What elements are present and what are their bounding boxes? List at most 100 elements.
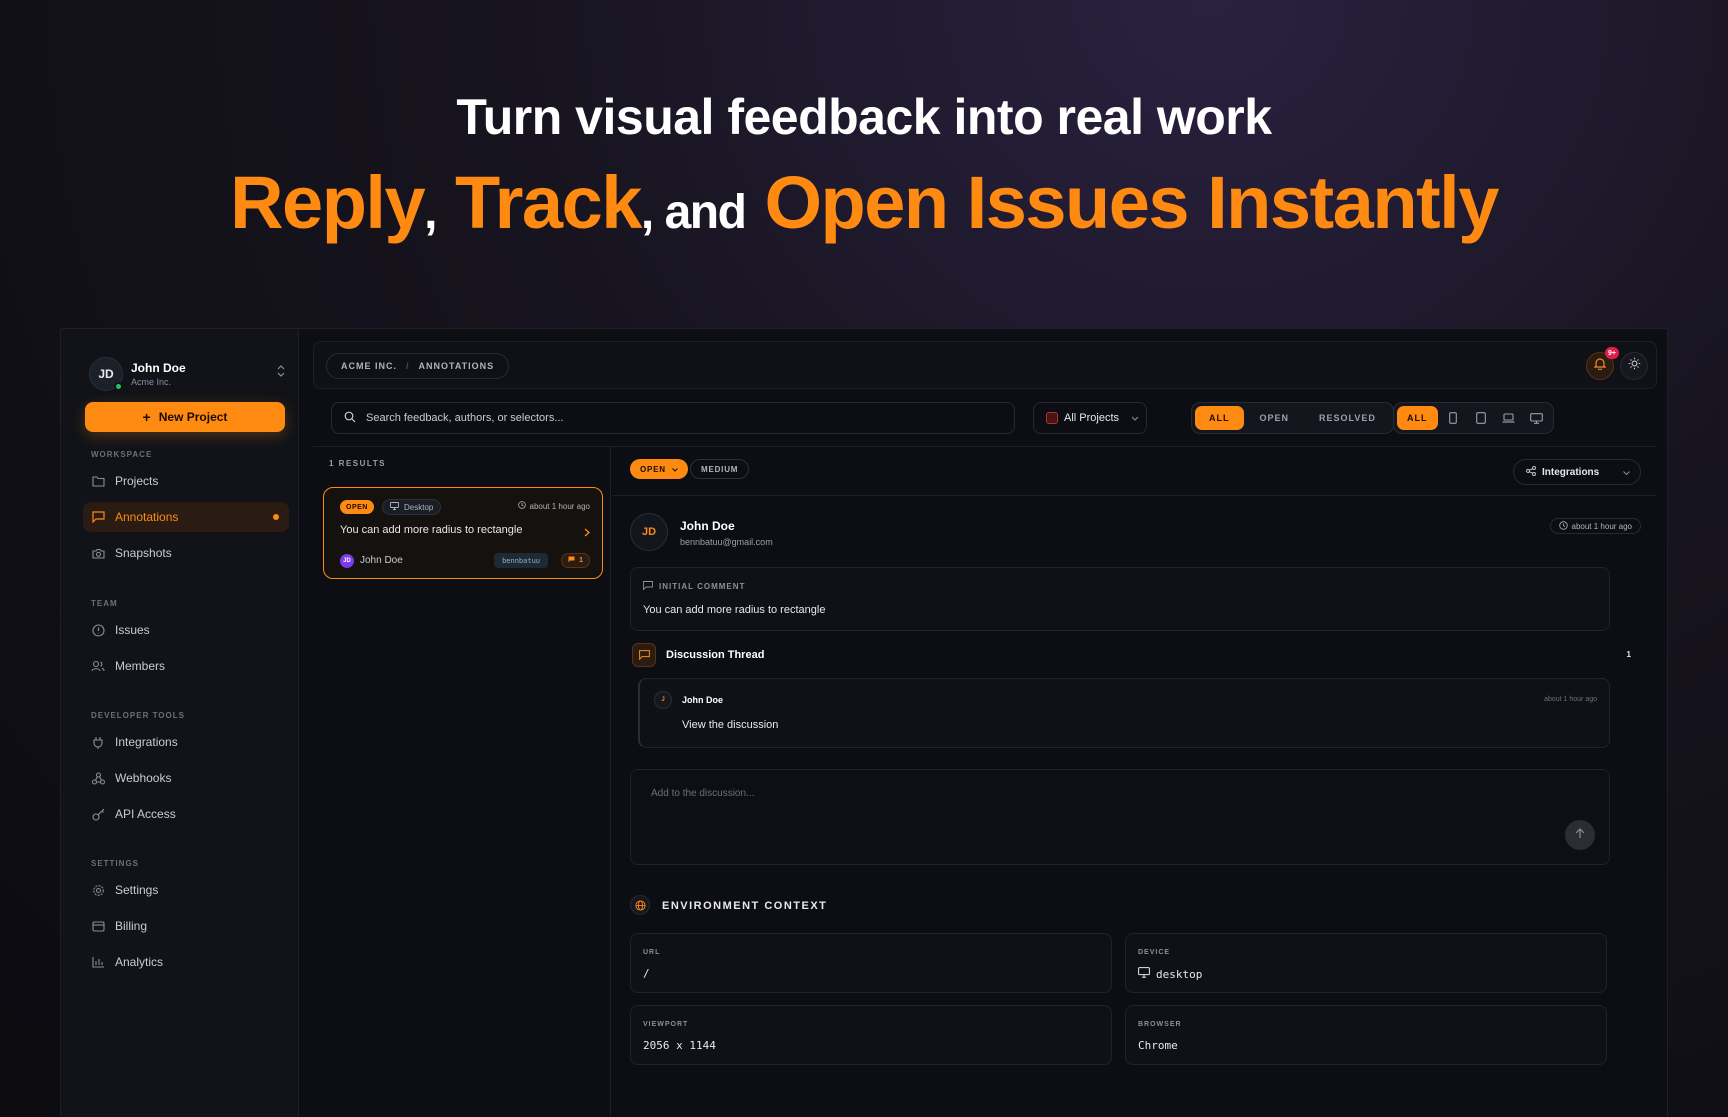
hero-headline: Turn visual feedback into real work — [456, 89, 1272, 145]
sidebar-item-label: Webhooks — [115, 771, 172, 785]
author-name: John Doe — [680, 519, 735, 533]
alert-circle-icon — [91, 623, 105, 637]
card-time-text: about 1 hour ago — [529, 501, 591, 511]
chevron-right-icon — [584, 526, 590, 540]
send-button[interactable] — [1565, 820, 1595, 850]
sidebar-item-label: Billing — [115, 919, 148, 933]
plug-icon — [91, 735, 105, 749]
env-browser: BROWSER Chrome — [1125, 1005, 1607, 1065]
device-filter: ALL — [1393, 402, 1554, 434]
device-filter-all[interactable]: ALL — [1397, 406, 1438, 430]
share-icon — [1526, 465, 1536, 479]
hero-word-track: Track — [455, 161, 642, 244]
sidebar-item-issues[interactable]: Issues — [83, 615, 289, 645]
sidebar-item-label: Projects — [115, 474, 159, 488]
integrations-button[interactable]: Integrations — [1513, 459, 1641, 485]
users-icon — [91, 659, 105, 673]
sidebar-item-integrations[interactable]: Integrations — [83, 727, 289, 757]
env-key: VIEWPORT — [643, 1021, 689, 1028]
status-filter-open[interactable]: OPEN — [1246, 406, 1304, 430]
message-icon — [643, 581, 653, 592]
notifications-button[interactable]: 9+ — [1586, 347, 1619, 380]
hero-and: , and — [640, 186, 747, 239]
initial-comment-label: INITIAL COMMENT — [643, 581, 745, 592]
sidebar-item-settings[interactable]: Settings — [83, 875, 289, 905]
folder-icon — [91, 474, 105, 488]
breadcrumb: ACME INC. / ANNOTATIONS — [326, 353, 510, 379]
detail-time-text: about 1 hour ago — [1571, 521, 1633, 531]
avatar: JD — [340, 554, 354, 568]
status-dropdown[interactable]: OPEN — [630, 459, 688, 479]
detail-header: OPEN MEDIUM Integrations — [612, 447, 1657, 496]
search-icon — [344, 411, 356, 426]
new-project-button[interactable]: + New Project — [85, 402, 285, 432]
search-input[interactable] — [366, 412, 966, 424]
project-filter-select[interactable]: All Projects — [1033, 402, 1147, 434]
env-device-value: desktop — [1138, 967, 1202, 981]
sidebar-item-billing[interactable]: Billing — [83, 911, 289, 941]
section-team: TEAM — [91, 599, 118, 608]
sidebar-item-webhooks[interactable]: Webhooks — [83, 763, 289, 793]
sidebar: JD John Doe Acme Inc. + New Project WORK… — [61, 329, 299, 1117]
globe-icon — [630, 895, 650, 915]
key-icon — [91, 807, 105, 821]
sidebar-item-label: Members — [115, 659, 166, 673]
annotation-card[interactable]: OPEN Desktop about 1 hour ago You can ad… — [323, 487, 603, 579]
message-icon — [91, 510, 105, 524]
status-filter-resolved[interactable]: RESOLVED — [1305, 406, 1390, 430]
sidebar-item-projects[interactable]: Projects — [83, 466, 289, 496]
avatar: J — [654, 691, 672, 709]
plus-icon: + — [142, 409, 151, 425]
status-filter-all[interactable]: ALL — [1195, 406, 1244, 430]
sidebar-item-label: Snapshots — [115, 546, 172, 560]
device-label: Desktop — [404, 502, 434, 512]
project-filter-value: All Projects — [1064, 412, 1120, 424]
hero-word-open-issues: Open Issues Instantly — [764, 161, 1499, 244]
breadcrumb-org[interactable]: ACME INC. — [341, 361, 397, 371]
sidebar-item-annotations[interactable]: Annotations — [83, 502, 289, 532]
env-key: DEVICE — [1138, 949, 1171, 956]
reply-text: View the discussion — [682, 719, 779, 731]
gear-icon — [91, 883, 105, 897]
monitor-icon — [1138, 967, 1150, 981]
sidebar-item-analytics[interactable]: Analytics — [83, 947, 289, 977]
phone-icon[interactable] — [1440, 406, 1466, 430]
sidebar-item-label: API Access — [115, 807, 176, 821]
comment-count: 1 — [579, 557, 583, 564]
card-title: You can add more radius to rectangle — [340, 524, 523, 536]
laptop-icon[interactable] — [1496, 406, 1522, 430]
avatar: JD — [89, 357, 123, 391]
account-org: Acme Inc. — [131, 377, 172, 387]
device-badge: Desktop — [382, 499, 442, 515]
reply-input[interactable] — [651, 788, 1531, 848]
notification-badge: 9+ — [1605, 347, 1619, 359]
tablet-icon[interactable] — [1468, 406, 1494, 430]
env-value: Chrome — [1138, 1039, 1178, 1052]
online-status-dot — [114, 382, 123, 391]
initial-comment-title: INITIAL COMMENT — [659, 582, 746, 591]
sidebar-item-members[interactable]: Members — [83, 651, 289, 681]
webhook-icon — [91, 771, 105, 785]
clock-icon — [517, 501, 526, 511]
hero-word-reply: Reply — [230, 161, 426, 244]
sidebar-item-snapshots[interactable]: Snapshots — [83, 538, 289, 568]
status-filter: ALL OPEN RESOLVED — [1191, 402, 1394, 434]
priority-badge[interactable]: MEDIUM — [690, 459, 750, 479]
thread-count: 1 — [1626, 650, 1631, 659]
sidebar-item-label: Settings — [115, 883, 159, 897]
theme-toggle-button[interactable] — [1620, 352, 1648, 380]
annotation-detail: OPEN MEDIUM Integrations JD John Doe ben… — [612, 447, 1667, 1117]
env-device: DEVICE desktop — [1125, 933, 1607, 993]
unread-dot — [273, 514, 279, 520]
hero: Turn visual feedback into real work Repl… — [0, 88, 1728, 245]
sidebar-item-api-access[interactable]: API Access — [83, 799, 289, 829]
chevron-updown-icon[interactable] — [277, 365, 285, 380]
bell-icon — [1593, 357, 1607, 375]
monitor-icon[interactable] — [1524, 406, 1550, 430]
card-tag: bennbatuu — [494, 553, 548, 568]
card-author: John Doe — [360, 555, 403, 566]
env-url: URL / — [630, 933, 1112, 993]
account-switcher[interactable]: JD John Doe Acme Inc. — [89, 357, 289, 391]
environment-context-title: ENVIRONMENT CONTEXT — [662, 900, 828, 912]
sun-icon — [1628, 357, 1641, 375]
